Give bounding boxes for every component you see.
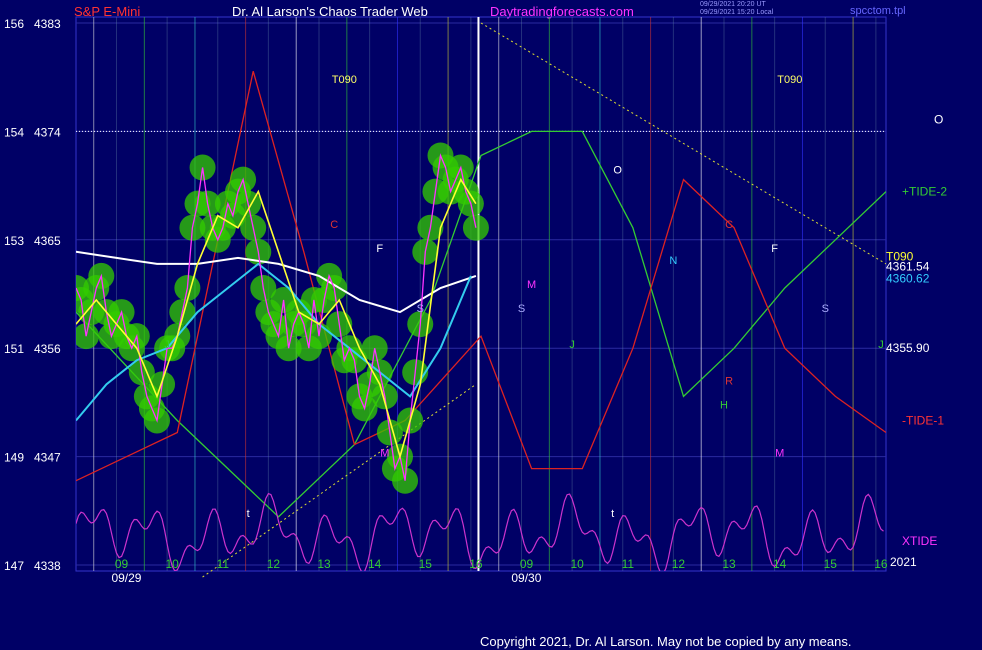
y-tick-left: 153 [4,234,24,248]
x-hour-label: 09 [520,557,534,571]
flux-bubble-layer [76,142,489,494]
x-hour-label: 12 [267,557,281,571]
y-tick-left: 149 [4,451,24,465]
x-hour-label: 11 [217,557,230,571]
x-hour-label: 13 [317,557,331,571]
x-hour-label: 15 [419,557,433,571]
year-label: 2021 [890,555,917,569]
chart-marker-label: H [720,399,728,411]
y-tick-price: 4356 [34,342,61,356]
x-hour-label: 14 [368,557,382,571]
x-hour-label: 10 [571,557,585,571]
chart-marker-label: t [247,508,250,520]
chart-marker-label: C [330,219,338,231]
tide-layer [76,71,886,571]
axis-layer: 156 4383 154 4374 153 4365 151 4356 149 4347 147 43… [4,17,947,585]
right-axis-label: O [934,112,943,126]
chart-marker-label: F [771,243,778,255]
chart-marker-label: J [164,339,170,351]
x-hour-label: 15 [824,557,838,571]
chart-marker-label: C [725,219,733,231]
y-tick-price: 4347 [34,451,61,465]
x-hour-label: 13 [722,557,736,571]
x-hour-label: 10 [166,557,180,571]
trendline-up [202,383,477,578]
right-axis-label: 4355.90 [886,341,930,355]
right-axis-label: XTIDE [902,534,937,548]
x-hour-label: 09 [115,557,129,571]
chart-marker-label: S [417,303,424,315]
chart-marker-label: J [569,339,575,351]
chart-marker-label: S [822,303,829,315]
right-axis-label: 4360.62 [886,271,930,285]
grid-layer [75,16,887,578]
x-date-label: 09/29 [111,571,141,585]
chart-marker-label: F [376,243,383,255]
chart-marker-label: M [380,448,389,460]
y-tick-left: 156 [4,17,24,31]
y-tick-price: 4383 [34,17,61,31]
right-axis-label: +TIDE-2 [902,185,947,199]
chart-marker-label: t [611,508,614,520]
y-tick-left: 154 [4,125,24,139]
tide-minus1-line [76,71,886,482]
x-hour-label: 16 [874,557,888,571]
chart-marker-label: N [669,255,677,267]
x-hour-label: 12 [672,557,686,571]
x-date-label: 09/30 [511,571,541,585]
copyright-notice: Copyright 2021, Dr. Al Larson. May not b… [480,634,852,649]
chart-marker-label: O [613,165,622,177]
x-hour-label: 11 [622,557,635,571]
chart-marker-label: S [518,303,525,315]
chart-marker-label: T090 [332,74,357,86]
chart-marker-label: M [775,448,784,460]
y-tick-left: 151 [4,342,24,356]
tide-plus2-line [76,130,886,518]
price-chart: T090 T090 C C F F O N S S S J J J RH M Mt t M 156 4383 154 43… [4,16,947,585]
chart-marker-label: J [878,339,884,351]
x-hour-label: 14 [773,557,787,571]
chart-marker-label: T090 [777,74,802,86]
y-tick-left: 147 [4,559,24,573]
y-tick-price: 4338 [34,559,61,573]
y-tick-price: 4365 [34,234,61,248]
y-tick-price: 4374 [34,125,61,139]
chart-marker-label: R [725,375,733,387]
right-axis-label: -TIDE-1 [902,413,944,427]
chart-marker-label: M [527,279,536,291]
x-hour-label: 16 [469,557,483,571]
